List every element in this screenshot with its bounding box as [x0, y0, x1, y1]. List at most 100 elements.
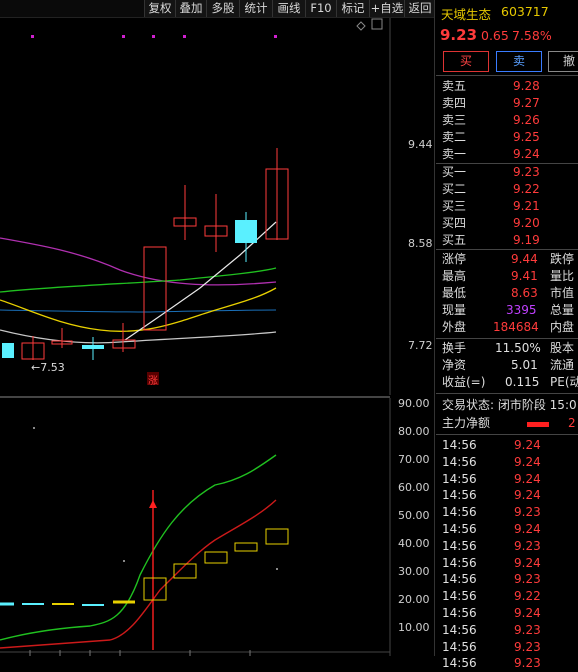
tick-time: 14:56	[442, 622, 477, 637]
indicator-axis-label: 40.00	[398, 537, 430, 550]
bid-label: 买二	[442, 182, 467, 196]
toolbar-draw-line-button[interactable]: 画线	[272, 0, 305, 17]
tick-price: 9.24	[514, 471, 541, 486]
sell-button[interactable]: 卖	[496, 51, 542, 72]
price-axis-label: 8.58	[408, 237, 433, 250]
stat-label-2: 市值	[550, 286, 575, 300]
indicator-axis-label: 90.00	[398, 397, 430, 410]
ask-row: 卖一	[442, 146, 466, 163]
stat-value: 9.44	[511, 252, 538, 266]
ask-price: 9.27	[513, 96, 540, 110]
main-force-label: 主力净额	[442, 416, 491, 430]
indicator-axis-label: 20.00	[398, 593, 430, 606]
price-axis-label: 9.44	[408, 138, 433, 151]
tick-price: 9.24	[514, 454, 541, 469]
tick-price: 9.24	[514, 438, 541, 452]
stat-label-2: 流通	[550, 358, 575, 372]
tick-price: 9.24	[514, 522, 541, 536]
price-change: 0.65	[481, 28, 509, 43]
indicator-axis-label: 60.00	[398, 481, 430, 494]
indicator-axis-label: 80.00	[398, 425, 430, 438]
tick-price: 9.23	[514, 538, 541, 553]
tick-time: 14:56	[442, 606, 477, 620]
toolbar-statistics-button[interactable]: 统计	[239, 0, 272, 17]
tick-time: 14:56	[442, 538, 477, 553]
indicator-axis-label: 30.00	[398, 565, 430, 578]
tick-time: 14:56	[442, 488, 477, 503]
toolbar-overlay-button[interactable]: 叠加	[175, 0, 206, 17]
stat-label: 外盘	[442, 320, 467, 334]
tick-price: 9.23	[514, 572, 541, 587]
tick-price: 9.23	[514, 639, 541, 654]
stat-label-2: PE(动	[550, 375, 578, 389]
stat-value: 9.41	[511, 269, 538, 283]
bid-price: 9.23	[513, 165, 540, 179]
candle	[2, 343, 14, 358]
tick-time: 14:56	[442, 656, 477, 671]
toolbar-back-button[interactable]: 返回	[404, 0, 435, 17]
ask-label: 卖三	[442, 113, 467, 127]
toolbar-multi-stock-button[interactable]: 多股	[206, 0, 239, 17]
stock-name: 天域生态	[441, 7, 492, 22]
stat-label: 换手	[442, 341, 467, 355]
toolbar-f10-button[interactable]: F10	[305, 0, 336, 17]
tick-price: 9.24	[514, 488, 541, 503]
ask-row: 卖五	[442, 78, 466, 95]
ask-price: 9.25	[513, 130, 540, 144]
tick-time: 14:56	[442, 572, 477, 587]
indicator-axis-label: 10.00	[398, 621, 430, 634]
stat-label: 现量	[442, 303, 467, 317]
ask-price: 9.24	[513, 147, 540, 161]
last-price: 9.23	[440, 26, 478, 44]
ask-label: 卖一	[442, 147, 467, 161]
toolbar-add-watchlist-button[interactable]: +自选	[369, 0, 404, 17]
bid-price: 9.22	[513, 182, 540, 196]
chart-toolbar: 复权 叠加 多股 统计 画线 F10 标记 +自选 返回	[0, 0, 435, 18]
toolbar-mark-button[interactable]: 标记	[336, 0, 369, 17]
trade-status: 交易状态: 闭市阶段 15:0	[442, 398, 577, 412]
bid-price: 9.21	[513, 199, 540, 213]
stat-value: 3395	[506, 303, 537, 317]
stat-label: 收益(=)	[442, 375, 486, 389]
indicator-axis-label: 70.00	[398, 453, 430, 466]
stat-label: 最低	[442, 286, 467, 300]
tick-time: 14:56	[442, 555, 477, 570]
tick-price: 9.24	[514, 606, 541, 620]
buy-button[interactable]: 买	[443, 51, 489, 72]
bid-label: 买三	[442, 199, 467, 213]
bid-label: 买四	[442, 216, 467, 230]
low-price-annotation: ←7.53	[31, 361, 65, 374]
tick-price: 9.23	[514, 656, 541, 671]
main-force-bar	[527, 422, 549, 427]
ask-price: 9.28	[513, 79, 540, 93]
stat-value: 0.115	[505, 375, 540, 389]
stat-label: 净资	[442, 358, 467, 372]
tick-time: 14:56	[442, 639, 477, 654]
ask-label: 卖二	[442, 130, 467, 144]
diamond-icon	[356, 21, 366, 31]
tick-time: 14:56	[442, 522, 477, 536]
stat-value: 8.63	[511, 286, 538, 300]
candle	[82, 345, 104, 349]
indicator-axis-label: 50.00	[398, 509, 430, 522]
tick-time: 14:56	[442, 471, 477, 486]
tick-price: 9.22	[514, 589, 541, 604]
kline-chart[interactable]	[0, 18, 434, 656]
stat-label-2: 量比	[550, 269, 575, 283]
stat-label-2: 股本	[550, 341, 575, 355]
tick-time: 14:56	[442, 454, 477, 469]
tick-price: 9.23	[514, 622, 541, 637]
stat-label-2: 跌停	[550, 252, 575, 266]
ask-label: 卖五	[442, 79, 467, 93]
ask-row: 卖四	[442, 95, 466, 112]
tick-time: 14:56	[442, 438, 477, 452]
bid-price: 9.19	[513, 233, 540, 247]
stat-value: 5.01	[511, 358, 538, 372]
toolbar-restore-rights-button[interactable]: 复权	[144, 0, 175, 17]
price-change-pct: 7.58%	[512, 28, 552, 43]
stat-value: 184684	[493, 320, 539, 334]
bid-label: 买五	[442, 233, 467, 247]
ask-label: 卖四	[442, 96, 467, 110]
stat-label-2: 总量	[550, 303, 575, 317]
cancel-order-button[interactable]: 撤	[548, 51, 578, 72]
